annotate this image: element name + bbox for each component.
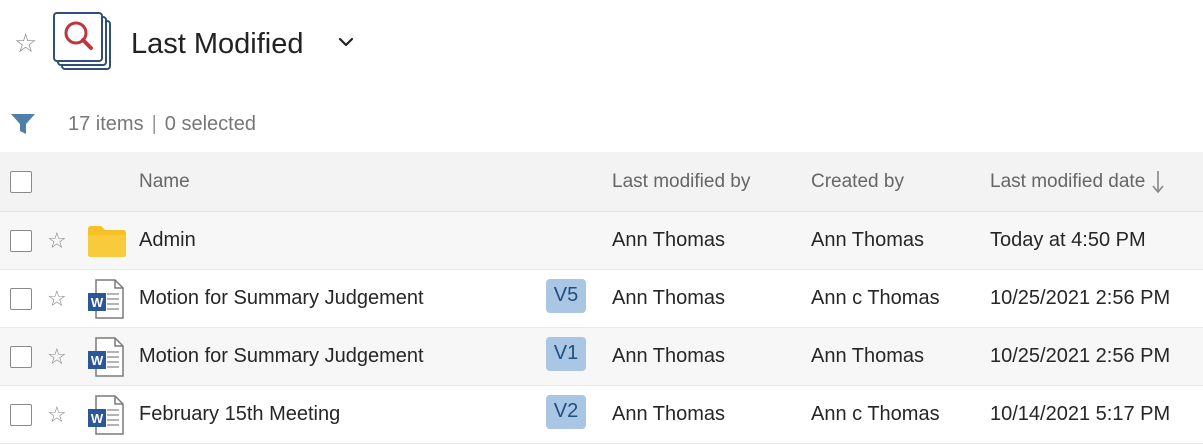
svg-text:W: W [91,295,104,310]
column-header-modified-date-label: Last modified date [990,170,1146,192]
row-name[interactable]: February 15th Meeting [139,386,340,443]
view-title[interactable]: Last Modified [131,26,304,62]
list-toolbar: 17 items | 0 selected [0,100,1203,146]
row-modified-date: 10/25/2021 2:56 PM [990,345,1171,367]
row-name[interactable]: Motion for Summary Judgement [139,328,424,385]
column-header-row: Name Last modified by Created by Last mo… [0,152,1203,212]
search-documents-icon [53,12,111,70]
word-document-icon: W [88,336,124,377]
document-list: Name Last modified by Created by Last mo… [0,152,1203,444]
item-count: 17 items | 0 selected [68,112,256,136]
view-header: ☆ Last Modified [0,0,1203,95]
chevron-down-icon[interactable] [336,32,356,52]
row-name[interactable]: Admin [139,212,196,269]
favorite-star-icon[interactable]: ☆ [47,286,67,312]
filter-icon[interactable] [10,111,36,137]
row-modified-by: Ann Thomas [612,287,726,309]
row-modified-by: Ann Thomas [612,229,726,251]
items-count-text: 17 items [68,113,144,135]
favorite-star-icon[interactable]: ☆ [47,402,67,428]
row-created-by: Ann Thomas [811,229,925,251]
table-row[interactable]: ☆ W Motion for Summary Judgement V1 Ann … [0,328,1203,386]
row-created-by: Ann Thomas [811,345,925,367]
row-modified-by: Ann Thomas [612,403,726,425]
row-modified-by: Ann Thomas [612,345,726,367]
favorite-star-icon[interactable]: ☆ [47,228,67,254]
table-row[interactable]: ☆ W Motion for Summary Judgement V5 Ann … [0,270,1203,328]
row-created-by: Ann c Thomas [811,403,940,425]
favorite-view-star-icon[interactable]: ☆ [14,28,37,58]
row-checkbox[interactable] [10,403,32,426]
row-modified-date: 10/25/2021 2:56 PM [990,287,1171,309]
table-row[interactable]: ☆ W February 15th Meeting V2 Ann Thomas … [0,386,1203,444]
selected-count-text: 0 selected [164,113,256,135]
version-badge[interactable]: V1 [546,336,586,371]
favorite-star-icon[interactable]: ☆ [47,344,67,370]
row-checkbox[interactable] [10,345,32,368]
word-document-icon: W [88,278,124,319]
select-all-checkbox[interactable] [10,170,32,193]
column-header-modified-by[interactable]: Last modified by [612,152,750,211]
version-badge[interactable]: V2 [546,394,586,429]
row-created-by: Ann c Thomas [811,287,940,309]
svg-text:W: W [91,353,104,368]
row-checkbox[interactable] [10,229,32,252]
count-separator: | [151,113,157,135]
row-name[interactable]: Motion for Summary Judgement [139,270,424,327]
svg-text:W: W [91,411,104,426]
row-modified-date: 10/14/2021 5:17 PM [990,403,1171,425]
word-document-icon: W [88,394,124,435]
row-modified-date: Today at 4:50 PM [990,229,1146,251]
sort-descending-icon [1152,170,1164,193]
column-header-created-by[interactable]: Created by [811,152,904,211]
table-row[interactable]: ☆ Admin Ann Thomas Ann Thomas Today at 4… [0,212,1203,270]
row-checkbox[interactable] [10,287,32,310]
column-header-modified-date[interactable]: Last modified date [990,152,1165,211]
column-header-name[interactable]: Name [139,152,190,211]
folder-icon [88,225,126,257]
version-badge[interactable]: V5 [546,278,586,313]
